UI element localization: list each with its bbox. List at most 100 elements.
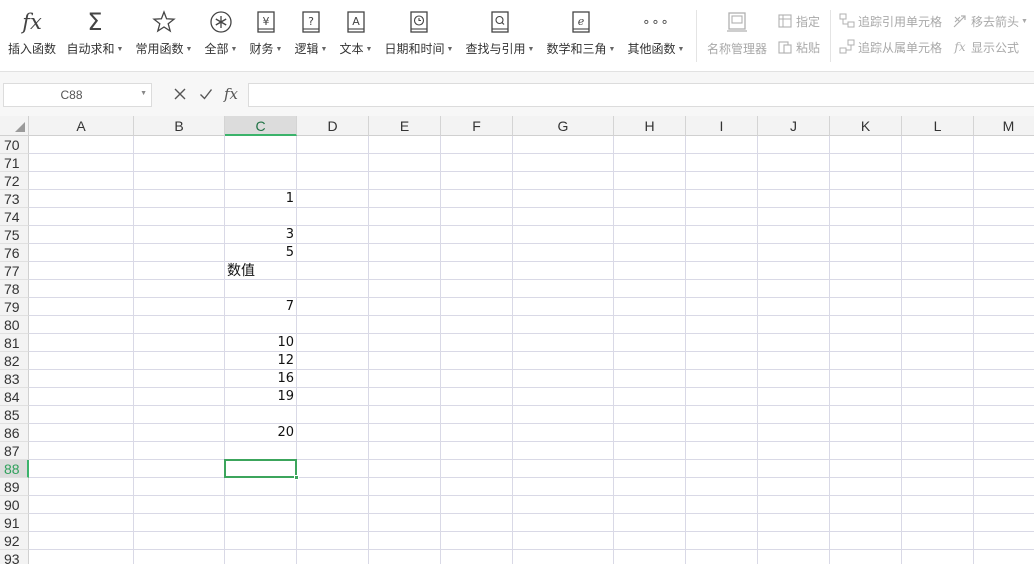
cell-c75[interactable]: 3: [225, 226, 297, 244]
cell-c82[interactable]: 12: [225, 352, 297, 370]
column-header-h[interactable]: H: [614, 116, 686, 136]
column-header-j[interactable]: J: [758, 116, 830, 136]
column-header-d[interactable]: D: [297, 116, 369, 136]
row-header-84[interactable]: 84: [0, 388, 29, 406]
row-header-73[interactable]: 73: [0, 190, 29, 208]
row-gridline: [29, 153, 1034, 154]
column-gridline: [512, 136, 513, 564]
logic-button[interactable]: ? 逻辑 ▼: [292, 8, 330, 64]
row-header-70[interactable]: 70: [0, 136, 29, 154]
name-box[interactable]: C88 ▼: [3, 83, 152, 107]
formula-input[interactable]: [248, 83, 1034, 107]
row-header-80[interactable]: 80: [0, 316, 29, 334]
formulas-ribbon: fx 插入函数 Σ 自动求和 ▼ 常用函数 ▼ 全部 ▼ ¥ 财务 ▼ ? 逻辑 ▼: [0, 0, 1034, 72]
column-header-m[interactable]: M: [974, 116, 1034, 136]
common-functions-button[interactable]: 常用函数 ▼: [133, 8, 195, 64]
row-header-77[interactable]: 77: [0, 262, 29, 280]
row-gridline: [29, 387, 1034, 388]
row-header-89[interactable]: 89: [0, 478, 29, 496]
cell-c81[interactable]: 10: [225, 334, 297, 352]
row-header-85[interactable]: 85: [0, 406, 29, 424]
trace-precedents-button[interactable]: 追踪引用单元格: [839, 12, 942, 30]
cell-c79[interactable]: 7: [225, 298, 297, 316]
cell-c84[interactable]: 19: [225, 388, 297, 406]
insert-function-button[interactable]: fx 插入函数: [6, 8, 58, 64]
column-header-c[interactable]: C: [225, 116, 297, 136]
column-header-a[interactable]: A: [29, 116, 134, 136]
cell-c77[interactable]: 数值: [225, 262, 297, 280]
chevron-down-icon: ▼: [116, 46, 124, 53]
asterisk-circle-icon: [209, 8, 233, 36]
row-header-88[interactable]: 88: [0, 460, 29, 478]
row-header-75[interactable]: 75: [0, 226, 29, 244]
insert-function-icon[interactable]: fx: [221, 84, 241, 104]
column-header-b[interactable]: B: [134, 116, 225, 136]
chevron-down-icon: ▼: [230, 46, 238, 53]
row-header-76[interactable]: 76: [0, 244, 29, 262]
other-functions-button[interactable]: ∘∘∘ 其他函数 ▼: [625, 8, 687, 64]
row-header-82[interactable]: 82: [0, 352, 29, 370]
paste-name-button[interactable]: 粘贴: [777, 38, 820, 56]
column-header-f[interactable]: F: [441, 116, 513, 136]
all-functions-button[interactable]: 全部 ▼: [202, 8, 240, 64]
row-header-74[interactable]: 74: [0, 208, 29, 226]
column-header-l[interactable]: L: [902, 116, 974, 136]
row-header-91[interactable]: 91: [0, 514, 29, 532]
row-header-93[interactable]: 93: [0, 550, 29, 564]
define-name-button[interactable]: 指定: [777, 12, 820, 30]
column-header-k[interactable]: K: [830, 116, 902, 136]
math-trig-button[interactable]: e 数学和三角 ▼: [544, 8, 618, 64]
auto-sum-button[interactable]: Σ 自动求和 ▼: [64, 8, 126, 64]
chevron-down-icon: ▼: [446, 46, 454, 53]
finance-button[interactable]: ¥ 财务 ▼: [247, 8, 285, 64]
row-gridline: [29, 279, 1034, 280]
fill-handle[interactable]: [294, 475, 299, 480]
ellipsis-icon: ∘∘∘: [642, 14, 670, 29]
sigma-icon: Σ: [87, 8, 103, 36]
row-header-90[interactable]: 90: [0, 496, 29, 514]
row-header-86[interactable]: 86: [0, 424, 29, 442]
function-icon: fx: [22, 10, 42, 34]
star-icon: [152, 8, 176, 36]
cell-c76[interactable]: 5: [225, 244, 297, 262]
name-manager-icon: [725, 8, 749, 36]
row-header-78[interactable]: 78: [0, 280, 29, 298]
row-gridline: [29, 423, 1034, 424]
date-time-button[interactable]: 日期和时间 ▼: [383, 8, 455, 64]
cell-c83[interactable]: 16: [225, 370, 297, 388]
remove-arrows-button[interactable]: 移去箭头 ▼: [952, 12, 1028, 30]
active-cell-selection[interactable]: [224, 459, 299, 480]
svg-text:¥: ¥: [263, 15, 270, 28]
row-header-71[interactable]: 71: [0, 154, 29, 172]
show-formulas-button[interactable]: fx 显示公式: [952, 38, 1019, 56]
cancel-icon[interactable]: [170, 84, 190, 104]
ribbon-separator: [696, 10, 697, 62]
cell-area[interactable]: 1 3 5 数值 7 10 12 16 19 20: [29, 136, 1034, 564]
row-header-83[interactable]: 83: [0, 370, 29, 388]
column-header-g[interactable]: G: [513, 116, 614, 136]
column-header-i[interactable]: I: [686, 116, 758, 136]
chevron-down-icon: ▼: [365, 46, 373, 53]
row-header-79[interactable]: 79: [0, 298, 29, 316]
define-icon: [777, 13, 793, 29]
column-header-e[interactable]: E: [369, 116, 441, 136]
chevron-down-icon: ▼: [320, 46, 328, 53]
chevron-down-icon: ▼: [608, 46, 616, 53]
column-gridline: [613, 136, 614, 564]
row-header-87[interactable]: 87: [0, 442, 29, 460]
cell-c86[interactable]: 20: [225, 424, 297, 442]
confirm-check-icon[interactable]: [196, 84, 216, 104]
row-header-72[interactable]: 72: [0, 172, 29, 190]
trace-dependents-button[interactable]: 追踪从属单元格: [839, 38, 942, 56]
trace-dependents-icon: [839, 39, 855, 55]
text-functions-button[interactable]: A 文本 ▼: [337, 8, 375, 64]
cell-c73[interactable]: 1: [225, 190, 297, 208]
ribbon-separator: [830, 10, 831, 62]
clock-book-icon: [408, 8, 430, 36]
name-manager-button[interactable]: 名称管理器: [704, 8, 770, 64]
lookup-reference-button[interactable]: 查找与引用 ▼: [463, 8, 537, 64]
row-header-81[interactable]: 81: [0, 334, 29, 352]
row-gridline: [29, 351, 1034, 352]
row-header-92[interactable]: 92: [0, 532, 29, 550]
select-all-corner[interactable]: [0, 116, 29, 136]
